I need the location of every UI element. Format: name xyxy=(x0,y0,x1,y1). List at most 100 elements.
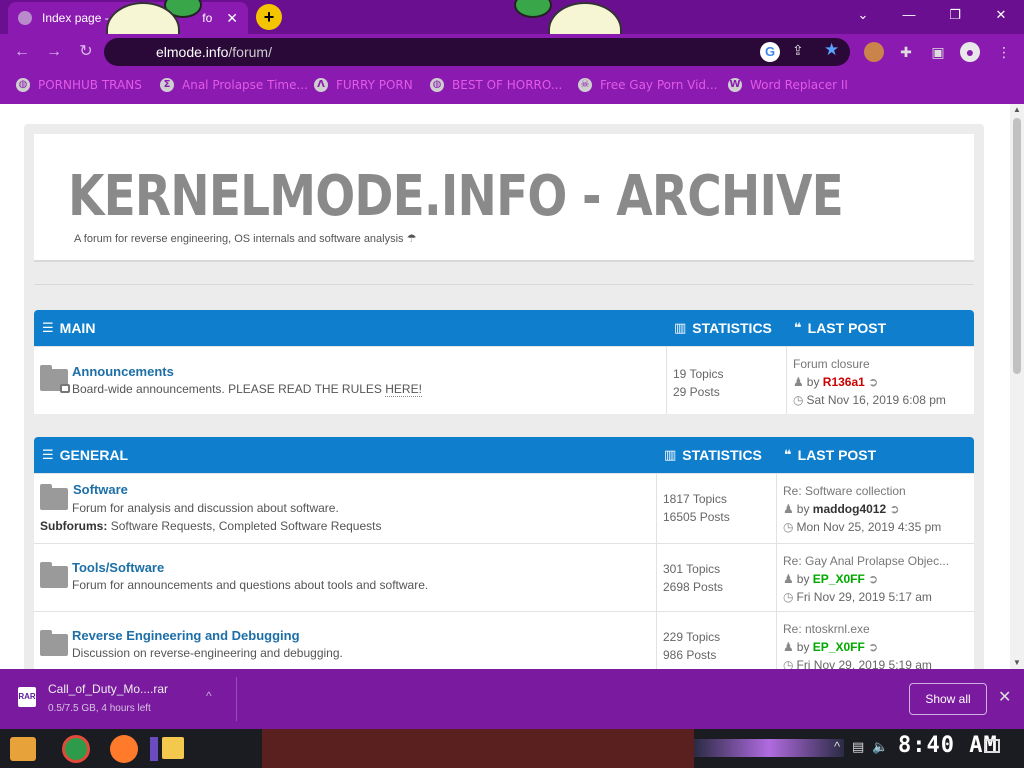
forward-arrow-icon[interactable]: → xyxy=(42,40,66,64)
posts-count: 2698 Posts xyxy=(663,580,724,594)
taskbar-decoration xyxy=(694,739,844,757)
google-lens-icon[interactable]: G xyxy=(760,42,780,62)
extension-avatar-icon[interactable] xyxy=(864,42,884,62)
file-explorer-icon[interactable] xyxy=(162,737,184,759)
scroll-down-icon[interactable]: ▼ xyxy=(1010,657,1024,669)
chevron-up-icon[interactable]: ^ xyxy=(206,689,212,703)
tab-favicon-icon xyxy=(18,11,32,25)
divider xyxy=(34,284,974,285)
bookmark-item[interactable]: W Word Replacer II xyxy=(728,78,848,92)
category-main: ☰ MAIN ▥ STATISTICS ❝ LAST POST Announcemen… xyxy=(34,310,974,414)
page-scrollbar[interactable]: ▲ ▼ xyxy=(1010,104,1024,669)
system-clock[interactable]: 8:40 AM xyxy=(898,733,998,758)
globe-icon: ◍ xyxy=(430,78,444,92)
goto-post-icon[interactable]: ➲ xyxy=(868,640,878,654)
tray-chevron-icon[interactable]: ^ xyxy=(834,739,840,754)
folder-icon xyxy=(40,484,68,510)
forum-description: Forum for analysis and discussion about … xyxy=(72,501,339,515)
posts-count: 986 Posts xyxy=(663,648,717,662)
list-icon: ☰ xyxy=(42,320,54,335)
last-post: Re: Software collection ♟ by maddog4012 ➲… xyxy=(776,474,974,543)
show-all-button[interactable]: Show all xyxy=(909,683,987,715)
forum-statistics: 229 Topics 986 Posts xyxy=(656,612,776,669)
forum-description: Discussion on reverse-engineering and de… xyxy=(72,646,343,660)
taskbar-app-icon[interactable] xyxy=(150,737,158,761)
close-window-button[interactable]: ✕ xyxy=(978,0,1024,34)
last-post-title[interactable]: Re: ntoskrnl.exe xyxy=(783,620,974,638)
back-arrow-icon[interactable]: ← xyxy=(10,40,34,64)
sigma-icon: Σ xyxy=(160,78,174,92)
new-tab-button[interactable]: + xyxy=(256,4,282,30)
bookmark-item[interactable]: ☠ Free Gay Porn Vid... xyxy=(578,78,717,92)
last-post-header: ❝ LAST POST xyxy=(784,447,877,463)
forum-title-link[interactable]: Reverse Engineering and Debugging xyxy=(72,628,300,643)
scrollbar-thumb[interactable] xyxy=(1013,118,1021,374)
reload-icon[interactable]: ↻ xyxy=(74,40,98,64)
topics-count: 229 Topics xyxy=(663,630,721,644)
rules-link[interactable]: HERE! xyxy=(385,382,422,397)
start-button[interactable] xyxy=(10,737,36,761)
last-post: Re: ntoskrnl.exe ♟ by EP_X0FF ➲ ◷ Fri Nov … xyxy=(776,612,974,669)
bookmark-star-icon[interactable]: ★ xyxy=(824,40,839,60)
volume-icon[interactable]: 🔈 xyxy=(872,739,888,755)
forum-title-link[interactable]: Software xyxy=(73,482,128,497)
side-panel-icon[interactable]: ▣ xyxy=(928,42,948,62)
address-bar[interactable]: elmode.info/forum/ xyxy=(104,38,850,66)
last-post-user[interactable]: EP_X0FF xyxy=(813,572,865,586)
notification-icon[interactable] xyxy=(984,739,1000,753)
goto-post-icon[interactable]: ➲ xyxy=(868,375,878,389)
address-host: elmode.info xyxy=(156,44,229,60)
network-icon[interactable]: ▤ xyxy=(852,739,864,755)
tab-close-icon[interactable]: ✕ xyxy=(226,10,238,27)
clock-icon: ◷ xyxy=(783,520,794,534)
tab-search-chevron-icon[interactable]: ⌄ xyxy=(840,0,886,34)
os-taskbar: ^ ▤ 🔈 8:40 AM xyxy=(0,729,1024,768)
last-post-title[interactable]: Re: Gay Anal Prolapse Objec... xyxy=(783,552,974,570)
last-post-title[interactable]: Forum closure xyxy=(793,355,974,373)
clock-icon: ◷ xyxy=(783,658,794,669)
firefox-icon[interactable] xyxy=(110,735,138,763)
close-icon[interactable]: ✕ xyxy=(998,687,1011,707)
divider xyxy=(236,677,237,721)
site-title[interactable]: KERNELMODE.INFO - ARCHIVE xyxy=(68,164,844,229)
minimize-button[interactable]: — xyxy=(886,0,932,34)
bookmark-item[interactable]: ◍ BEST OF HORRO... xyxy=(430,78,562,92)
clock-icon: ◷ xyxy=(783,590,794,604)
bookmark-item[interactable]: ◍ PORNHUB TRANS xyxy=(16,78,142,92)
last-post-date: Mon Nov 25, 2019 4:35 pm xyxy=(796,520,942,534)
goto-post-icon[interactable]: ➲ xyxy=(868,572,878,586)
last-post-header: ❝ LAST POST xyxy=(794,320,887,336)
forum-description: Board-wide announcements. PLEASE READ TH… xyxy=(72,382,422,397)
forum-title-link[interactable]: Announcements xyxy=(72,364,174,379)
address-path: /forum/ xyxy=(228,44,272,60)
category-header: ☰ MAIN ▥ STATISTICS ❝ LAST POST xyxy=(34,310,974,346)
tab-title-tail: fo xyxy=(202,11,213,25)
last-post-date: Fri Nov 29, 2019 5:19 am xyxy=(796,658,932,669)
globe-icon: ◍ xyxy=(16,78,30,92)
browser-menu-icon[interactable]: ⋮ xyxy=(994,42,1014,62)
posts-count: 29 Posts xyxy=(673,385,720,399)
bookmark-item[interactable]: Σ Anal Prolapse Time... xyxy=(160,78,308,92)
forum-description: Forum for announcements and questions ab… xyxy=(72,578,429,592)
scroll-up-icon[interactable]: ▲ xyxy=(1010,104,1024,116)
bookmark-item[interactable]: Λ FURRY PORN xyxy=(314,78,413,92)
last-post-user[interactable]: R136a1 xyxy=(823,375,865,389)
last-post-title[interactable]: Re: Software collection xyxy=(783,482,974,500)
subforum-links[interactable]: Software Requests, Completed Software Re… xyxy=(111,519,382,533)
maximize-button[interactable]: ❐ xyxy=(932,0,978,34)
download-filename[interactable]: Call_of_Duty_Mo....rar xyxy=(48,682,168,696)
profile-avatar-icon[interactable]: ● xyxy=(960,42,980,62)
last-post-user[interactable]: EP_X0FF xyxy=(813,640,865,654)
category-title[interactable]: ☰ GENERAL xyxy=(42,447,128,463)
share-icon[interactable]: ⇪ xyxy=(792,42,804,59)
extensions-puzzle-icon[interactable]: ✚ xyxy=(896,42,916,62)
chrome-icon[interactable] xyxy=(62,735,90,763)
lock-icon xyxy=(60,384,70,393)
forum-title-link[interactable]: Tools/Software xyxy=(72,560,164,575)
category-title[interactable]: ☰ MAIN xyxy=(42,320,95,336)
last-post: Forum closure ♟ by R136a1 ➲ ◷ Sat Nov 16, … xyxy=(786,347,974,414)
download-shelf: RAR Call_of_Duty_Mo....rar 0.5/7.5 GB, 4… xyxy=(0,669,1024,729)
last-post-user[interactable]: maddog4012 xyxy=(813,502,886,516)
goto-post-icon[interactable]: ➲ xyxy=(890,502,900,516)
page-viewport: KERNELMODE.INFO - ARCHIVE A forum for re… xyxy=(0,104,1024,669)
